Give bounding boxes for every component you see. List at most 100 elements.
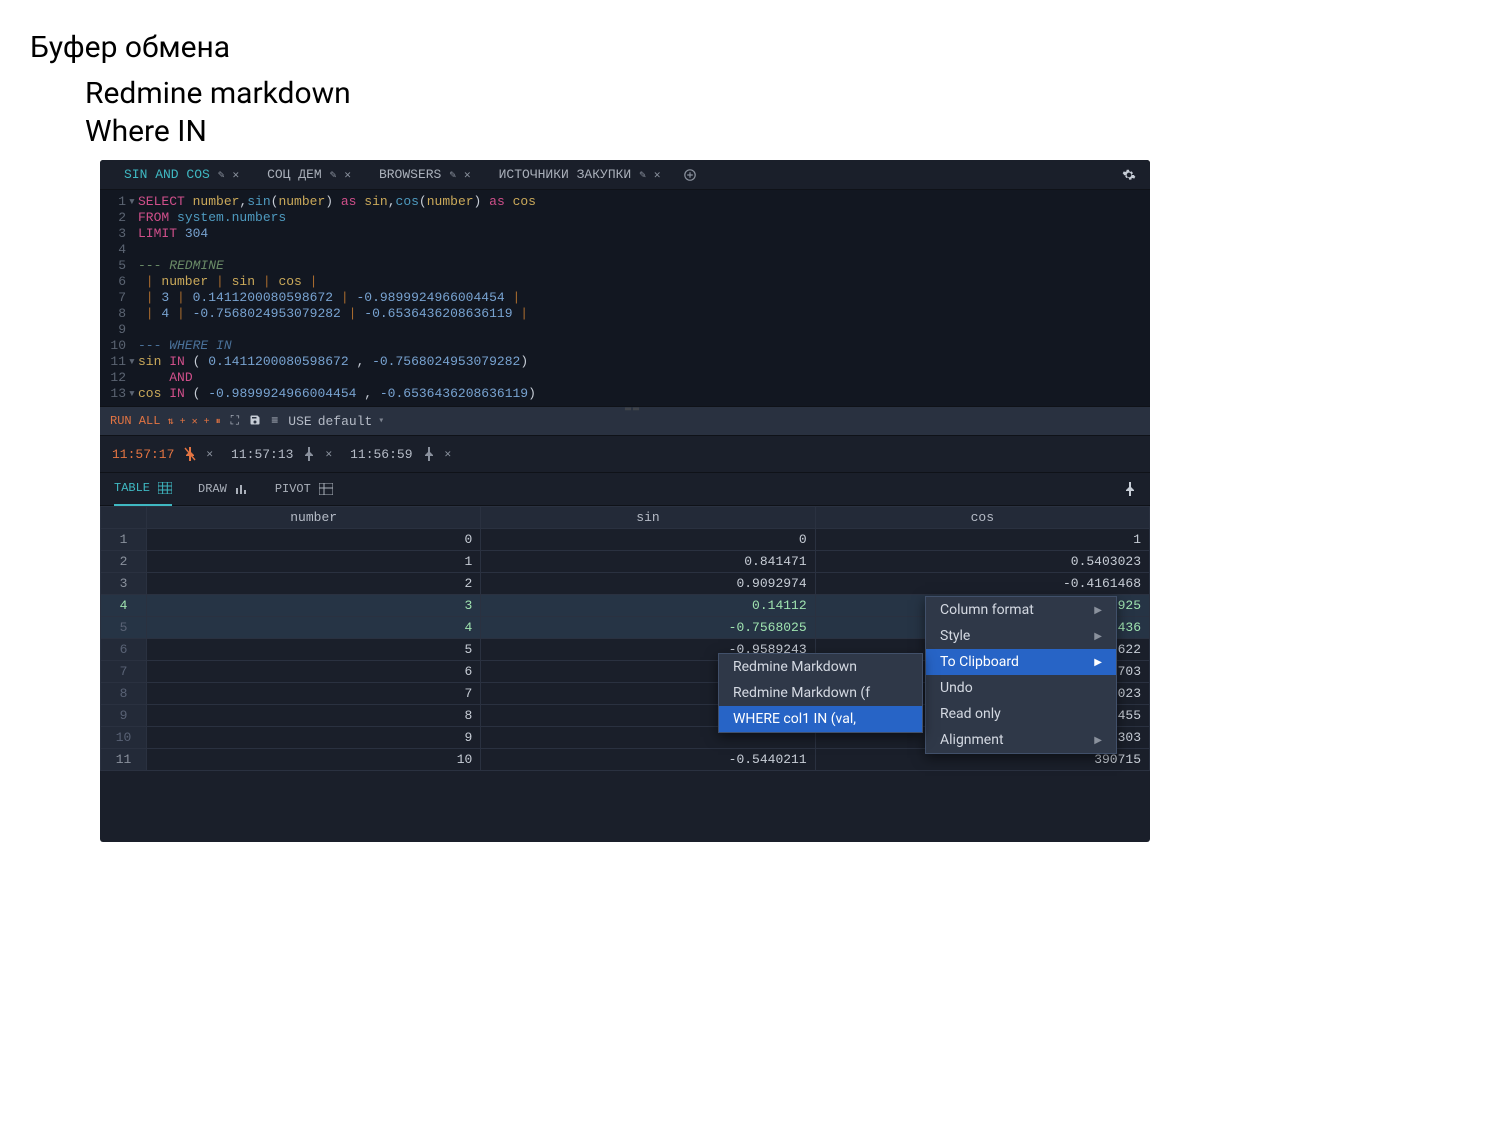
row-number: 3: [101, 573, 147, 595]
menu-item-label: Redmine Markdown: [733, 659, 857, 675]
menu-item-label: To Clipboard: [940, 654, 1019, 670]
pencil-icon[interactable]: ✎: [639, 168, 646, 182]
sql-editor[interactable]: 12345678910111213 ▾SELECT number,sin(num…: [100, 190, 1150, 406]
run-all-button[interactable]: RUN ALL ⇅ + ✕ + ⏸: [110, 414, 221, 428]
view-tab-draw[interactable]: DRAW: [198, 472, 249, 506]
cell-number[interactable]: 7: [147, 683, 481, 705]
context-menu-item[interactable]: Column format ▶: [926, 597, 1116, 623]
pencil-icon[interactable]: ✎: [449, 168, 456, 182]
pivot-icon: [319, 483, 333, 495]
context-menu[interactable]: Column format ▶ Style▶ To Clipboard ▶ Undo Rea…: [925, 596, 1117, 754]
cell-number[interactable]: 3: [147, 595, 481, 617]
chart-icon: [235, 483, 249, 495]
add-tab-button[interactable]: [674, 169, 706, 181]
row-number: 1: [101, 529, 147, 551]
resize-grip-icon[interactable]: ══: [625, 405, 641, 416]
time-label: 11:57:13: [231, 447, 293, 462]
close-icon[interactable]: ✕: [206, 447, 213, 461]
pin-icon[interactable]: [184, 447, 196, 461]
menu-item-label: WHERE col1 IN (val,: [733, 711, 856, 727]
save-icon[interactable]: [249, 414, 261, 428]
editor-gutter: 12345678910111213: [100, 190, 132, 406]
result-history-tabs: 11:57:17✕11:57:13✕11:56:59✕: [100, 436, 1150, 472]
time-label: 11:57:17: [112, 447, 174, 462]
cell-sin[interactable]: -0.5440211: [481, 749, 815, 771]
cell-cos[interactable]: -0.4161468: [815, 573, 1149, 595]
close-icon[interactable]: ✕: [654, 168, 661, 182]
view-tab-label: PIVOT: [275, 482, 311, 496]
cell-number[interactable]: 6: [147, 661, 481, 683]
context-menu-item[interactable]: Undo: [926, 675, 1116, 701]
cell-number[interactable]: 4: [147, 617, 481, 639]
tab-label: BROWSERS: [379, 167, 441, 182]
chevron-down-icon: ▾: [378, 415, 384, 427]
menu-item-label: Undo: [940, 680, 973, 696]
cell-number[interactable]: 2: [147, 573, 481, 595]
cell-number[interactable]: 0: [147, 529, 481, 551]
cell-number[interactable]: 5: [147, 639, 481, 661]
result-table-wrap: numbersincos 1001210.8414710.5403023320.…: [100, 506, 1150, 771]
cell-number[interactable]: 10: [147, 749, 481, 771]
menu-item-label: Alignment: [940, 732, 1004, 748]
database-selector[interactable]: USE default ▾: [288, 414, 384, 429]
close-icon[interactable]: ✕: [445, 447, 452, 461]
view-tab-label: DRAW: [198, 482, 227, 496]
pencil-icon[interactable]: ✎: [218, 168, 225, 182]
cell-sin[interactable]: 0.14112: [481, 595, 815, 617]
table-row[interactable]: 1001: [101, 529, 1150, 551]
cell-number[interactable]: 8: [147, 705, 481, 727]
tab-label: СОЦ ДЕМ: [267, 167, 322, 182]
view-tab-table[interactable]: TABLE: [114, 472, 172, 506]
fullscreen-icon[interactable]: ⛶: [231, 414, 239, 428]
cell-sin[interactable]: 0: [481, 529, 815, 551]
pin-icon[interactable]: [423, 447, 435, 461]
close-icon[interactable]: ✕: [464, 168, 471, 182]
result-time-tab[interactable]: 11:56:59✕: [350, 447, 451, 462]
gear-icon[interactable]: [1122, 168, 1140, 182]
page-subtitle-2: Where IN: [0, 113, 1500, 151]
cell-sin[interactable]: 0.841471: [481, 551, 815, 573]
editor-code[interactable]: ▾SELECT number,sin(number) as sin,cos(nu…: [132, 190, 1150, 406]
query-tabbar: SIN AND COS✎✕СОЦ ДЕМ✎✕BROWSERS✎✕ИСТОЧНИК…: [100, 160, 1150, 190]
query-tab[interactable]: СОЦ ДЕМ ✎ ✕: [253, 160, 365, 190]
cell-sin[interactable]: -0.7568025: [481, 617, 815, 639]
query-tab[interactable]: ИСТОЧНИКИ ЗАКУПКИ✎✕: [485, 160, 675, 190]
cell-cos[interactable]: 1: [815, 529, 1149, 551]
cell-cos[interactable]: 0.5403023: [815, 551, 1149, 573]
result-time-tab[interactable]: 11:57:13 ✕: [231, 447, 332, 462]
cell-number[interactable]: 9: [147, 727, 481, 749]
chevron-right-icon: ▶: [1094, 605, 1102, 616]
result-time-tab[interactable]: 11:57:17 ✕: [112, 447, 213, 462]
pin-icon[interactable]: [1124, 482, 1136, 496]
context-menu-item[interactable]: WHERE col1 IN (val,: [719, 706, 922, 732]
pin-icon[interactable]: [303, 447, 315, 461]
context-menu-item[interactable]: Style▶: [926, 623, 1116, 649]
menu-item-label: Redmine Markdown (f: [733, 685, 870, 701]
column-header[interactable]: cos: [815, 507, 1149, 529]
query-tab[interactable]: SIN AND COS✎✕: [110, 160, 253, 190]
column-header[interactable]: number: [147, 507, 481, 529]
chevron-right-icon: ▶: [1094, 657, 1102, 668]
context-submenu-clipboard[interactable]: Redmine Markdown Redmine Markdown (f WHERE…: [718, 653, 923, 733]
row-number: 9: [101, 705, 147, 727]
close-icon[interactable]: ✕: [325, 447, 332, 461]
query-tab[interactable]: BROWSERS ✎ ✕: [365, 160, 485, 190]
cell-sin[interactable]: 0.9092974: [481, 573, 815, 595]
column-header[interactable]: sin: [481, 507, 815, 529]
context-menu-item[interactable]: Alignment▶: [926, 727, 1116, 753]
cell-number[interactable]: 1: [147, 551, 481, 573]
context-menu-item[interactable]: Read only: [926, 701, 1116, 727]
context-menu-item[interactable]: Redmine Markdown: [719, 654, 922, 680]
view-tab-pivot[interactable]: PIVOT: [275, 472, 333, 506]
menu-item-label: Read only: [940, 706, 1001, 722]
close-icon[interactable]: ✕: [344, 168, 351, 182]
sql-client-app: SIN AND COS✎✕СОЦ ДЕМ✎✕BROWSERS✎✕ИСТОЧНИК…: [100, 160, 1150, 842]
table-row[interactable]: 210.8414710.5403023: [101, 551, 1150, 573]
pencil-icon[interactable]: ✎: [330, 168, 337, 182]
context-menu-item[interactable]: To Clipboard ▶: [926, 649, 1116, 675]
menu-item-label: Column format: [940, 602, 1034, 618]
table-row[interactable]: 320.9092974-0.4161468: [101, 573, 1150, 595]
close-icon[interactable]: ✕: [232, 168, 239, 182]
context-menu-item[interactable]: Redmine Markdown (f: [719, 680, 922, 706]
menu-icon[interactable]: ≡: [271, 414, 278, 428]
